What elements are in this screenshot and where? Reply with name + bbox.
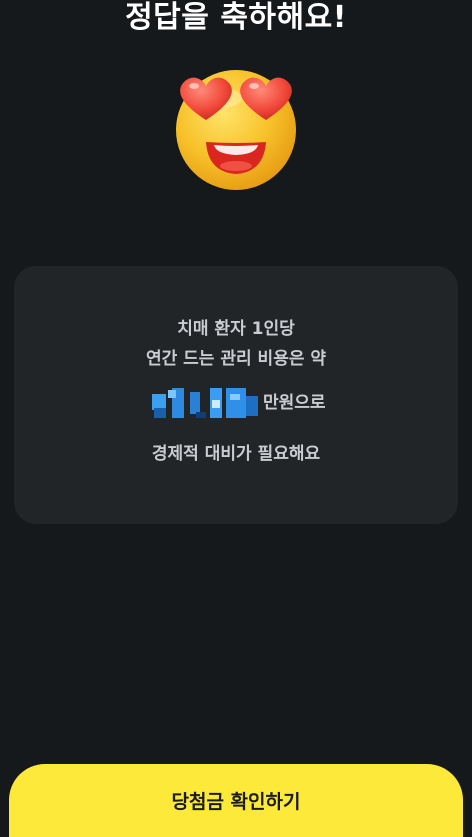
- result-card: 치매 환자 1인당 연간 드는 관리 비용은 약 만원으로 경제적 대비가 필요…: [14, 266, 458, 524]
- page-title: 정답을 축하해요!: [125, 0, 347, 35]
- card-line-advice: 경제적 대비가 필요해요: [151, 444, 321, 464]
- heart-eyes-emoji-icon: [176, 70, 296, 190]
- amount-unit: 만원으로: [263, 393, 326, 413]
- card-line-cost: 연간 드는 관리 비용은 약: [145, 349, 327, 369]
- check-prize-button[interactable]: 당첨금 확인하기: [9, 764, 463, 837]
- amount-row: 만원으로: [14, 382, 458, 422]
- card-line-patient: 치매 환자 1인당: [177, 319, 295, 339]
- redacted-amount: [152, 388, 258, 418]
